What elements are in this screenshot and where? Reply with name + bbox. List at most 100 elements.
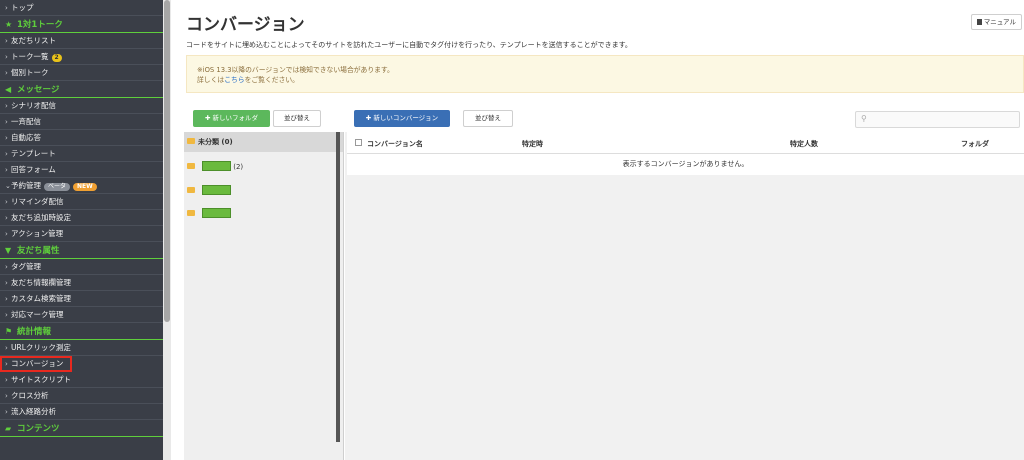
sidebar-item-label: 友だち情報欄管理 [11, 278, 71, 287]
new-badge: NEW [73, 183, 97, 191]
sidebar-item-reminder[interactable]: › リマインダ配信 [0, 194, 163, 210]
sidebar-item-label: アクション管理 [11, 229, 64, 238]
new-conversion-label: 新しいコンバージョン [373, 114, 439, 122]
megaphone-icon: ◀ [5, 85, 12, 94]
sidebar-item-template[interactable]: › テンプレート [0, 146, 163, 162]
folder-name-redacted [202, 208, 231, 218]
folder-label: 未分類 (0) [198, 138, 233, 146]
sidebar-item-label: タグ管理 [11, 262, 41, 271]
sidebar-item-label: 一斉配信 [11, 117, 41, 126]
folder-item[interactable]: (2) [187, 161, 243, 171]
column-header-people[interactable]: 特定人数 [790, 139, 818, 149]
sidebar-item-broadcast[interactable]: › 一斉配信 [0, 114, 163, 130]
sidebar-item-label: 予約管理 [11, 181, 41, 190]
sidebar-item-friend-add[interactable]: › 友だち追加時設定 [0, 210, 163, 226]
sidebar-section-message: ◀ メッセージ [0, 81, 163, 98]
sidebar-item-cross[interactable]: › クロス分析 [0, 388, 163, 404]
manual-button[interactable]: マニュアル [970, 14, 1022, 30]
sidebar-item-inflow[interactable]: › 流入経路分析 [0, 404, 163, 420]
new-folder-button[interactable]: ✚ 新しいフォルダ [193, 110, 270, 127]
column-header-time[interactable]: 特定時 [522, 139, 543, 149]
notice-line-1: ※iOS 13.3以降のバージョンでは検知できない場合があります。 [197, 66, 394, 74]
conversion-table: コンバージョン名 特定時 特定人数 フォルダ 表示するコンバージョンがありません… [345, 132, 1024, 460]
sidebar-item-conversion[interactable]: › コンバージョン [0, 356, 72, 372]
sidebar-item-talk-list[interactable]: › トーク一覧 2 [0, 49, 163, 65]
column-header-folder[interactable]: フォルダ [961, 139, 989, 149]
folder-item[interactable] [187, 185, 231, 195]
sidebar-section-attr: ▼ 友だち属性 [0, 242, 163, 259]
folder-icon [187, 187, 195, 193]
new-folder-label: 新しいフォルダ [212, 114, 259, 122]
sidebar-item-site-script[interactable]: › サイトスクリプト [0, 372, 163, 388]
sidebar-item-url-click[interactable]: › URLクリック測定 [0, 340, 163, 356]
folder-name-redacted [202, 161, 231, 171]
sidebar-section-label: 統計情報 [17, 327, 52, 337]
sidebar-item-label: 自動応答 [11, 133, 41, 142]
folder-open-icon: ▰ [5, 424, 12, 433]
sidebar-item-label: シナリオ配信 [11, 101, 56, 110]
sidebar-section-label: 1対1トーク [17, 20, 63, 30]
sidebar-item-label: リマインダ配信 [11, 197, 64, 206]
search-icon: ⚲ [861, 114, 867, 123]
flag-icon: ⚑ [5, 327, 13, 336]
sidebar-section-stats: ⚑ 統計情報 [0, 323, 163, 340]
select-all-checkbox[interactable] [355, 139, 362, 146]
sidebar-item-auto-reply[interactable]: › 自動応答 [0, 130, 163, 146]
new-conversion-button[interactable]: ✚ 新しいコンバージョン [354, 110, 450, 127]
sidebar-item-top[interactable]: › トップ [0, 0, 163, 16]
folder-icon [187, 210, 195, 216]
sidebar-section-label: コンテンツ [17, 424, 60, 434]
sort-conversions-button[interactable]: 並び替え [463, 110, 513, 127]
folder-icon [187, 138, 195, 144]
sidebar-section-talk: ★ 1対1トーク [0, 16, 163, 33]
sort-folders-button[interactable]: 並び替え [273, 110, 321, 127]
manual-button-label: マニュアル [983, 18, 1016, 26]
page-title: コンバージョン [186, 15, 305, 35]
sidebar-item-action[interactable]: › アクション管理 [0, 226, 163, 242]
filter-icon: ▼ [5, 246, 12, 255]
app-root: › トップ ★ 1対1トーク › 友だちリスト › トーク一覧 2 › 個別トーク ◀ メッセ… [0, 0, 1024, 460]
ios-notice: ※iOS 13.3以降のバージョンでは検知できない場合があります。 詳しくはこち… [186, 55, 1024, 93]
beta-badge: ベータ [44, 183, 71, 191]
folder-name-redacted [202, 185, 231, 195]
folder-icon [187, 163, 195, 169]
page-description: コードをサイトに埋め込むことによってそのサイトを訪れたユーザーに自動でタグ付けを… [186, 41, 632, 49]
sidebar-section-content: ▰ コンテンツ [0, 420, 163, 437]
sidebar-item-tag[interactable]: › タグ管理 [0, 259, 163, 275]
plus-icon: ✚ [204, 114, 213, 122]
sidebar-item-scenario[interactable]: › シナリオ配信 [0, 98, 163, 114]
sidebar: › トップ ★ 1対1トーク › 友だちリスト › トーク一覧 2 › 個別トーク ◀ メッセ… [0, 0, 163, 460]
sidebar-item-custom-search[interactable]: › カスタム検索管理 [0, 291, 163, 307]
sidebar-item-mark[interactable]: › 対応マーク管理 [0, 307, 163, 323]
sidebar-item-label: 個別トーク [11, 68, 49, 77]
folder-count: (2) [233, 163, 244, 171]
sort-conversions-label: 並び替え [475, 114, 501, 122]
notice-link[interactable]: こちら [224, 76, 244, 84]
sort-folders-label: 並び替え [284, 114, 310, 122]
sidebar-item-answer-form[interactable]: › 回答フォーム [0, 162, 163, 178]
sidebar-item-label: コンバージョン [11, 359, 64, 368]
main-content: コンバージョン マニュアル コードをサイトに埋め込むことによってそのサイトを訪れ… [184, 0, 1024, 460]
unread-count-badge: 2 [51, 54, 62, 62]
sidebar-item-label: トップ [11, 3, 34, 12]
column-header-name[interactable]: コンバージョン名 [367, 139, 423, 149]
sidebar-scroll-thumb[interactable] [164, 0, 170, 322]
sidebar-item-individual-talk[interactable]: › 個別トーク [0, 65, 163, 81]
sidebar-item-label: 友だちリスト [11, 36, 56, 45]
folder-panel: 未分類 (0) (2) [184, 132, 343, 460]
sidebar-item-friend-info[interactable]: › 友だち情報欄管理 [0, 275, 163, 291]
empty-message: 表示するコンバージョンがありません。 [347, 154, 1024, 175]
sidebar-section-label: 友だち属性 [17, 246, 60, 256]
search-input[interactable]: ⚲ [855, 111, 1020, 128]
panel-splitter[interactable] [336, 132, 340, 442]
notice-text: をご覧ください。 [244, 76, 299, 84]
folder-item[interactable] [187, 208, 231, 218]
sidebar-item-label: 友だち追加時設定 [11, 213, 71, 222]
sidebar-item-friend-list[interactable]: › 友だちリスト [0, 33, 163, 49]
folder-uncategorized[interactable]: 未分類 (0) [184, 132, 343, 152]
sidebar-item-reservation[interactable]: ⌄予約管理 ベータ NEW [0, 178, 163, 194]
notice-line-2: 詳しくはこちらをご覧ください。 [197, 75, 1013, 85]
sidebar-item-label: 流入経路分析 [11, 407, 56, 416]
sidebar-item-label: URLクリック測定 [11, 343, 71, 352]
table-header: コンバージョン名 特定時 特定人数 フォルダ [347, 132, 1024, 154]
